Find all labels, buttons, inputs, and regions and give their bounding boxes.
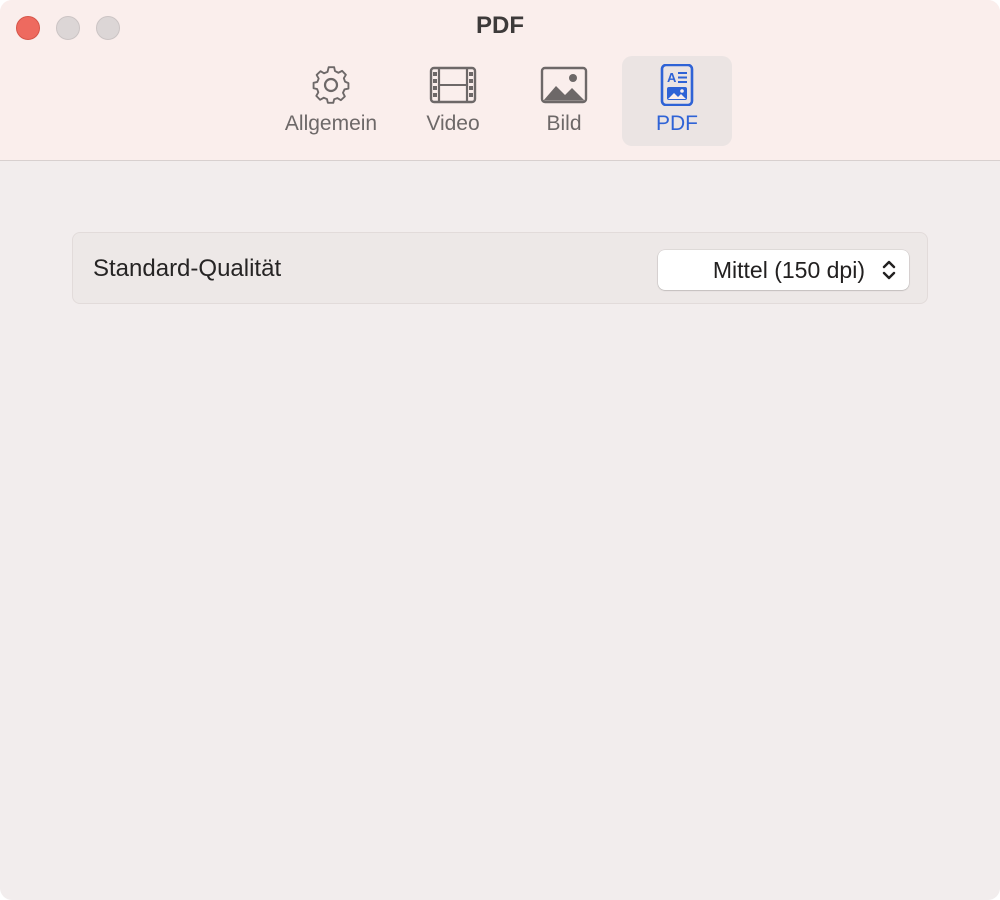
tab-label: PDF bbox=[656, 112, 698, 135]
quality-value: Mittel (150 dpi) bbox=[712, 257, 865, 283]
pdf-document-icon: A bbox=[660, 64, 694, 106]
tab-label: Video bbox=[426, 112, 480, 135]
window-title: PDF bbox=[476, 12, 524, 39]
preferences-window: PDF Allgemein Video Bild A PDF Standard-… bbox=[0, 0, 1000, 900]
gear-icon bbox=[312, 66, 350, 104]
svg-text:A: A bbox=[667, 70, 677, 85]
tab-video[interactable]: Video bbox=[398, 56, 508, 146]
quality-setting-row: Standard-Qualität Mittel (150 dpi) bbox=[72, 232, 928, 304]
tab-pdf[interactable]: A PDF bbox=[622, 56, 732, 146]
toolbar: PDF Allgemein Video Bild A PDF bbox=[0, 0, 1000, 161]
tab-label: Bild bbox=[546, 112, 582, 135]
chevron-up-down-icon bbox=[882, 260, 896, 280]
tab-label: Allgemein bbox=[284, 112, 378, 135]
tab-allgemein[interactable]: Allgemein bbox=[270, 56, 392, 146]
image-icon bbox=[540, 66, 588, 104]
film-icon bbox=[429, 66, 477, 104]
quality-label: Standard-Qualität bbox=[93, 255, 282, 282]
quality-popup-button[interactable]: Mittel (150 dpi) bbox=[658, 250, 909, 290]
tab-bild[interactable]: Bild bbox=[512, 56, 616, 146]
